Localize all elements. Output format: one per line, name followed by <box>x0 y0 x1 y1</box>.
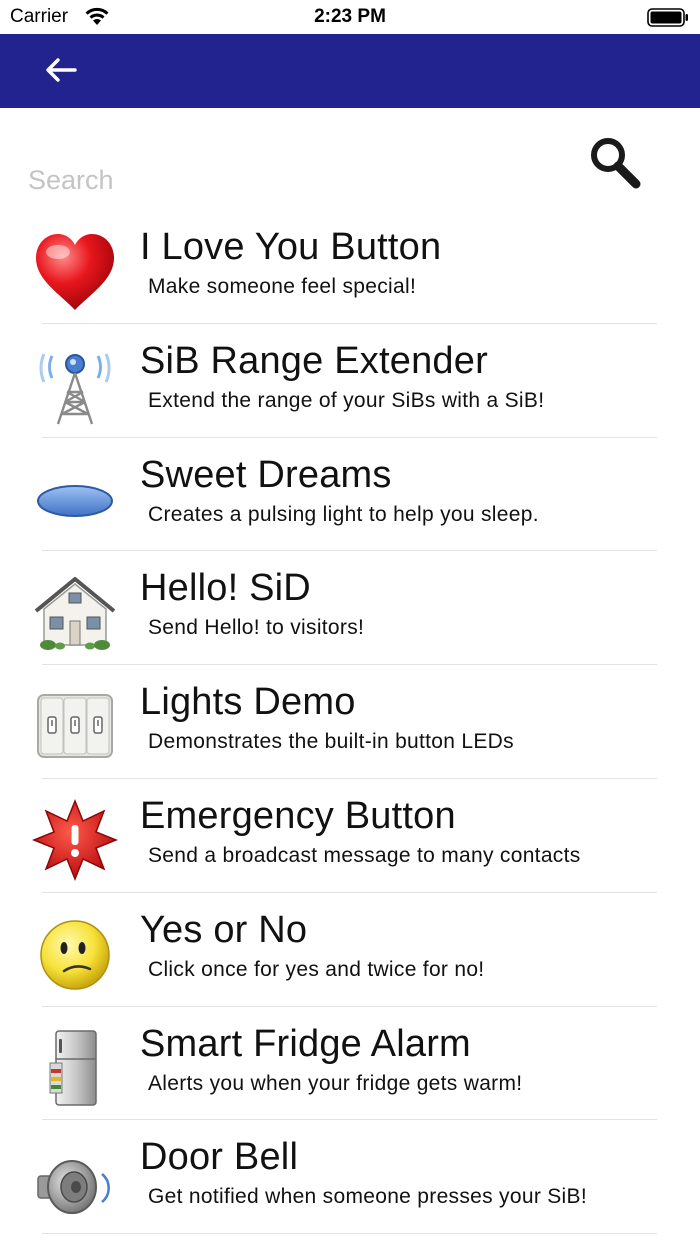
emergency-star-icon <box>32 797 118 883</box>
back-arrow-icon[interactable] <box>44 57 78 83</box>
item-subtitle: Creates a pulsing light to help you slee… <box>148 502 539 526</box>
list-item[interactable]: SiB Range Extender Extend the range of y… <box>0 324 700 438</box>
item-subtitle: Make someone feel special! <box>148 275 417 298</box>
nav-bar <box>0 34 700 108</box>
list-item[interactable]: Smart Fridge Alarm Alerts you when your … <box>0 1007 700 1121</box>
app-list: I Love You Button Make someone feel spec… <box>0 210 700 1235</box>
antenna-tower-icon <box>32 342 118 428</box>
item-title: Yes or No <box>140 908 308 951</box>
divider <box>42 1233 657 1235</box>
list-item[interactable]: Lights Demo Demonstrates the built-in bu… <box>0 665 700 779</box>
item-title: Smart Fridge Alarm <box>140 1022 471 1065</box>
list-item[interactable]: Door Bell Get notified when someone pres… <box>0 1120 700 1235</box>
fridge-icon <box>32 1025 118 1111</box>
item-subtitle: Send Hello! to visitors! <box>148 616 365 640</box>
speaker-icon <box>32 1138 118 1224</box>
search-icon[interactable] <box>586 134 646 192</box>
light-switches-icon <box>32 683 118 769</box>
item-title: Sweet Dreams <box>140 453 392 496</box>
confused-face-icon <box>32 911 118 997</box>
item-subtitle: Get notified when someone presses your S… <box>148 1185 587 1209</box>
item-title: Lights Demo <box>140 681 356 724</box>
list-item[interactable]: I Love You Button Make someone feel spec… <box>0 210 700 324</box>
list-item[interactable]: Emergency Button Send a broadcast messag… <box>0 779 700 893</box>
battery-icon <box>647 8 688 27</box>
item-subtitle: Demonstrates the built-in button LEDs <box>148 730 514 754</box>
item-title: Emergency Button <box>140 794 456 837</box>
item-title: Hello! SiD <box>140 567 311 610</box>
search-input[interactable] <box>28 160 568 200</box>
item-title: SiB Range Extender <box>140 339 488 382</box>
blue-oval-light-icon <box>32 456 118 542</box>
heart-icon <box>32 228 118 314</box>
item-subtitle: Send a broadcast message to many contact… <box>148 843 581 867</box>
item-title: I Love You Button <box>140 226 442 268</box>
item-title: Door Bell <box>140 1136 299 1179</box>
item-subtitle: Alerts you when your fridge gets warm! <box>148 1071 523 1095</box>
item-subtitle: Click once for yes and twice for no! <box>148 957 485 981</box>
status-time: 2:23 PM <box>314 6 386 27</box>
list-item[interactable]: Hello! SiD Send Hello! to visitors! <box>0 551 700 666</box>
list-item[interactable]: Yes or No Click once for yes and twice f… <box>0 893 700 1007</box>
list-item[interactable]: Sweet Dreams Creates a pulsing light to … <box>0 438 700 552</box>
house-icon <box>32 569 118 655</box>
item-subtitle: Extend the range of your SiBs with a SiB… <box>148 388 545 412</box>
status-bar: Carrier 2:23 PM <box>0 0 700 34</box>
